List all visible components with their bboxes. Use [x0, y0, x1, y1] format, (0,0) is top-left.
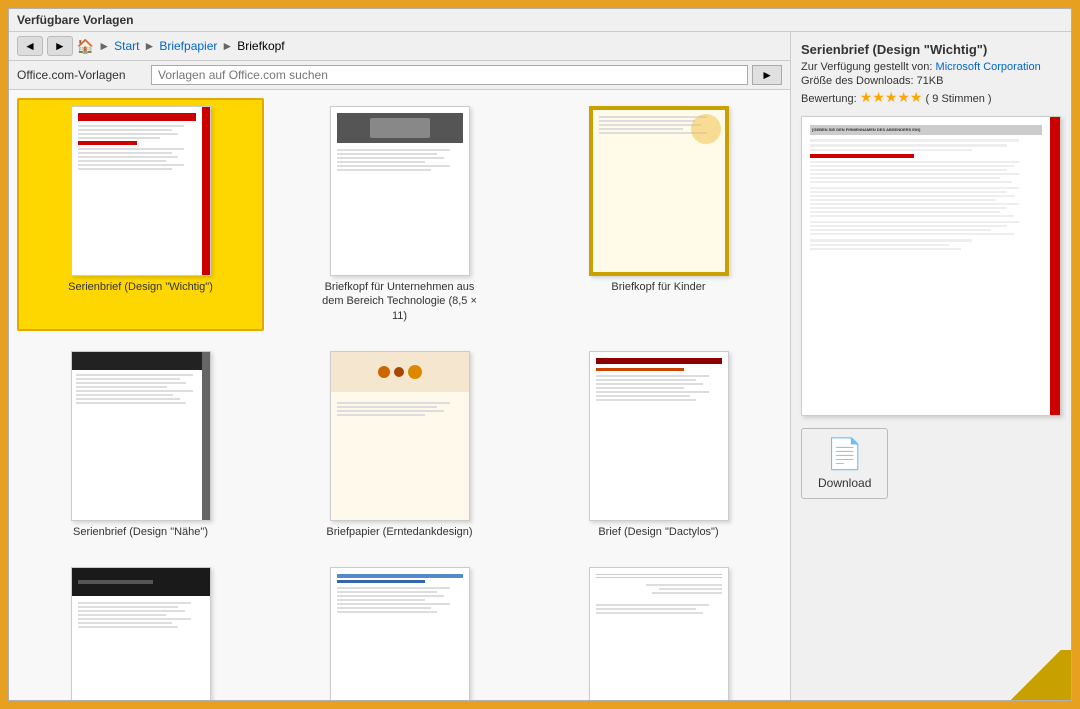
sep2: ► — [143, 39, 155, 53]
title-bar: Verfügbare Vorlagen — [9, 9, 1071, 32]
search-input[interactable] — [151, 65, 748, 85]
votes: ( 9 Stimmen ) — [926, 93, 992, 105]
preview-doc: [GEBEN SIE DEN FIRMENNAMEN DES ABSENDERS… — [802, 117, 1050, 415]
search-label: Office.com-Vorlagen — [17, 68, 147, 82]
breadcrumb-start[interactable]: Start — [114, 39, 139, 53]
thumb-4 — [71, 351, 211, 521]
thumb-6 — [589, 351, 729, 521]
item-label-6: Brief (Design "Dactylos") — [598, 525, 718, 539]
search-button[interactable]: ► — [752, 65, 782, 85]
thumb-2 — [330, 106, 470, 276]
breadcrumb-briefkopf: Briefkopf — [237, 39, 284, 53]
sep3: ► — [221, 39, 233, 53]
back-button[interactable]: ◄ — [17, 36, 43, 56]
grid-item-2[interactable]: Briefkopf für Unternehmen aus dem Bereic… — [276, 98, 523, 331]
corner-decoration — [1001, 650, 1071, 700]
grid-item-4[interactable]: Serienbrief (Design "Nähe") — [17, 343, 264, 547]
provider-link[interactable]: Microsoft Corporation — [936, 61, 1041, 73]
sep1: ► — [98, 39, 110, 53]
item-label-4: Serienbrief (Design "Nähe") — [73, 525, 208, 539]
thumb-9 — [589, 567, 729, 700]
templates-grid: Serienbrief (Design "Wichtig") — [9, 90, 790, 700]
grid-item-1[interactable]: Serienbrief (Design "Wichtig") — [17, 98, 264, 331]
thumb-7 — [71, 567, 211, 700]
grid-item-3[interactable]: Briefkopf für Kinder — [535, 98, 782, 331]
thumb-8 — [330, 567, 470, 700]
home-icon[interactable]: 🏠 — [77, 38, 94, 55]
preview-rating-line: Bewertung: ★★★★★ ( 9 Stimmen ) — [801, 89, 1061, 106]
grid-item-7[interactable]: Serienbrief (Design "Schwarzes Band") — [17, 559, 264, 700]
preview-provider-line: Zur Verfügung gestellt von: Microsoft Co… — [801, 61, 1061, 73]
forward-button[interactable]: ► — [47, 36, 73, 56]
grid-container: Serienbrief (Design "Wichtig") — [17, 98, 782, 700]
search-bar: Office.com-Vorlagen ► — [9, 61, 790, 90]
thumb-5 — [330, 351, 470, 521]
download-doc-icon: 📄 — [826, 437, 863, 472]
preview-red-bar — [1050, 117, 1060, 415]
item-label-5: Briefpapier (Erntedankdesign) — [326, 525, 472, 539]
thumb-3 — [589, 106, 729, 276]
breadcrumb-briefpapier[interactable]: Briefpapier — [159, 39, 217, 53]
item-label-2: Briefkopf für Unternehmen aus dem Bereic… — [320, 280, 480, 323]
item-label-1: Serienbrief (Design "Wichtig") — [68, 280, 213, 294]
grid-item-6[interactable]: Brief (Design "Dactylos") — [535, 343, 782, 547]
preview-title: Serienbrief (Design "Wichtig") — [801, 42, 1061, 57]
grid-item-5[interactable]: Briefpapier (Erntedankdesign) — [276, 343, 523, 547]
grid-item-9[interactable]: Briefkopf und Umschlag — [535, 559, 782, 700]
grid-item-8[interactable]: Briefkopf (mit Stufe) — [276, 559, 523, 700]
download-label: Download — [818, 476, 871, 490]
thumb-1 — [71, 106, 211, 276]
left-panel: ◄ ► 🏠 ► Start ► Briefpapier ► Briefkopf … — [9, 32, 791, 700]
stars: ★★★★★ — [860, 89, 923, 105]
item-label-3: Briefkopf für Kinder — [611, 280, 705, 294]
size-value: 71KB — [917, 75, 944, 87]
window-title: Verfügbare Vorlagen — [17, 13, 133, 27]
download-button[interactable]: 📄 Download — [801, 428, 888, 499]
right-panel: Serienbrief (Design "Wichtig") Zur Verfü… — [791, 32, 1071, 700]
nav-bar: ◄ ► 🏠 ► Start ► Briefpapier ► Briefkopf — [9, 32, 790, 61]
preview-image: [GEBEN SIE DEN FIRMENNAMEN DES ABSENDERS… — [801, 116, 1061, 416]
preview-size-line: Größe des Downloads: 71KB — [801, 75, 1061, 87]
